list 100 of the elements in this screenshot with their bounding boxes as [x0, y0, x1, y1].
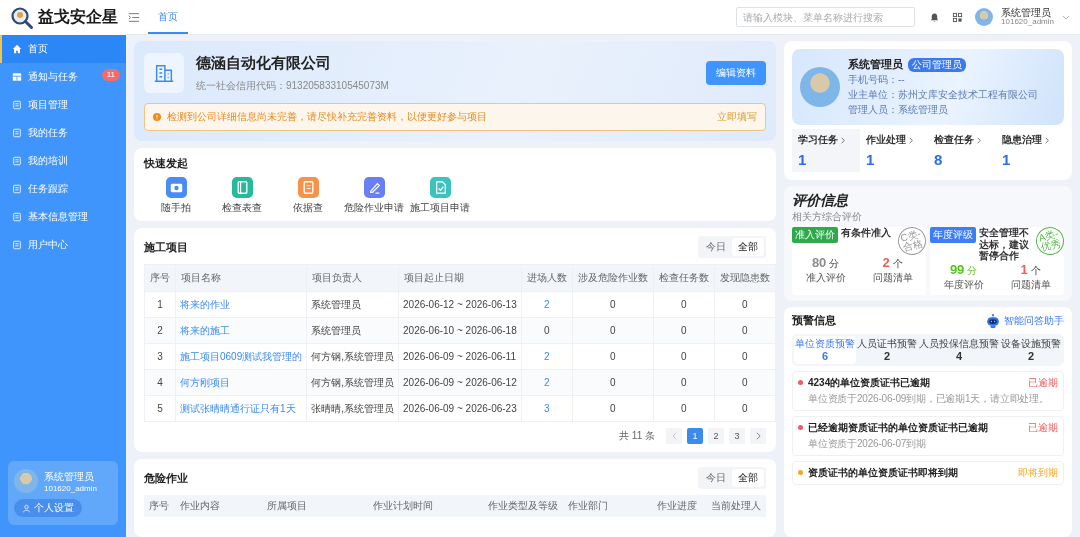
stat-label: 检查任务	[934, 133, 974, 147]
column-header: 进场人数	[521, 264, 573, 292]
next-page-button[interactable]	[750, 428, 766, 444]
page-button[interactable]: 3	[729, 428, 745, 444]
alert-message: 检测到公司详细信息尚未完善，请尽快补充完善资料，以便更好参与项目	[167, 110, 487, 124]
rating-note: 安全管理不达标，建议暂停合作	[979, 227, 1030, 262]
people-count-link[interactable]: 3	[521, 395, 573, 422]
stat-tile[interactable]: 作业处理 1	[860, 129, 928, 172]
page-tab[interactable]: 首页	[148, 0, 188, 34]
chevron-left-icon	[671, 432, 677, 440]
table-cell: 3	[144, 343, 176, 370]
project-link[interactable]: 施工项目0609测试我管理的	[175, 343, 307, 370]
table-cell: 0	[714, 343, 776, 370]
section-title: 评价信息	[792, 192, 849, 210]
sidebar-item[interactable]: 用户中心	[0, 231, 126, 259]
table-cell: 0	[653, 395, 715, 422]
section-title: 快速发起	[144, 156, 189, 171]
filter-tab[interactable]: 全部	[732, 469, 764, 487]
chevron-right-icon	[1045, 136, 1049, 144]
table-cell: 0	[653, 291, 715, 318]
grid-icon	[12, 72, 22, 82]
sidebar-item[interactable]: 首页	[0, 35, 126, 63]
avatar	[800, 67, 840, 107]
table-cell: 0	[572, 291, 654, 318]
stat-value: 1	[1002, 151, 1012, 168]
warning-item[interactable]: 资质证书的单位资质证书即将到期 即将到期	[792, 460, 1064, 485]
sidebar-item[interactable]: 通知与任务 11	[0, 63, 126, 91]
status-label: 即将到期	[1018, 465, 1058, 480]
edit-profile-button[interactable]: 编辑资料	[706, 61, 766, 85]
status-label: 已逾期	[1028, 375, 1058, 390]
fill-in-now-link[interactable]: 立即填写	[717, 110, 757, 124]
project-link[interactable]: 将来的作业	[175, 291, 307, 318]
chevron-right-icon	[841, 136, 845, 144]
filter-tab[interactable]: 今日	[700, 238, 732, 256]
table-cell: 系统管理员	[306, 317, 399, 344]
table-cell: 何方钢,系统管理员	[306, 369, 399, 396]
table-cell: 0	[714, 291, 776, 318]
stat-value: 1	[866, 151, 876, 168]
stat-tile[interactable]: 学习任务 1	[792, 129, 860, 172]
table-cell: 2026-06-09 ~ 2026-06-12	[398, 369, 522, 396]
column-header: 当前处理人	[710, 499, 762, 513]
personal-settings-button[interactable]: 个人设置	[14, 499, 82, 517]
menu-icon[interactable]	[128, 11, 140, 23]
project-link[interactable]: 测试张晴晴通行证只有1天	[175, 395, 307, 422]
table-cell: 0	[572, 317, 654, 344]
column-header: 涉及危险作业数	[572, 264, 654, 292]
warning-tab[interactable]: 单位资质预警 6	[794, 335, 856, 364]
filter-tab[interactable]: 全部	[732, 238, 764, 256]
column-header: 项目名称	[175, 264, 307, 292]
table-cell: 张晴晴,系统管理员	[306, 395, 399, 422]
people-count-link[interactable]: 2	[521, 343, 573, 370]
user-account: 101620_admin	[1001, 18, 1054, 27]
quick-action[interactable]: 随手拍	[148, 177, 204, 215]
quick-action[interactable]: 危险作业申请	[346, 177, 402, 215]
user-name: 系统管理员	[848, 57, 903, 72]
sidebar-item[interactable]: 我的任务	[0, 119, 126, 147]
qr-code-icon[interactable]	[952, 11, 964, 23]
sidebar-item[interactable]: 我的培训	[0, 147, 126, 175]
column-header: 作业计划时间	[372, 499, 435, 513]
manager-info: 管理人员：系统管理员	[848, 103, 949, 117]
page-button[interactable]: 1	[687, 428, 703, 444]
assistant-label[interactable]: 智能问答助手	[1004, 313, 1064, 328]
project-link[interactable]: 将来的施工	[175, 317, 307, 344]
table-cell: 2026-06-10 ~ 2026-06-18	[398, 317, 522, 344]
warning-item[interactable]: 4234的单位资质证书已逾期 已逾期 单位资质于2026-06-09到期，已逾期1天，请立即处理。	[792, 370, 1064, 411]
sidebar-item[interactable]: 基本信息管理	[0, 203, 126, 231]
people-count-link[interactable]: 2	[521, 291, 573, 318]
stat-tile[interactable]: 隐患治理 1	[996, 129, 1064, 172]
avatar[interactable]	[975, 8, 994, 26]
filter-tab[interactable]: 今日	[700, 469, 732, 487]
table-cell: 0	[653, 343, 715, 370]
robot-icon[interactable]	[985, 312, 1001, 329]
table-cell: 1	[144, 291, 176, 318]
credit-code: 统一社会信用代码：91320583310545073M	[196, 78, 389, 93]
warning-tab[interactable]: 人员证书预警 2	[856, 335, 918, 364]
stat-label: 作业处理	[866, 133, 906, 147]
score-label: 年度评价	[943, 277, 984, 292]
warning-title: 已经逾期资质证书的单位资质证书已逾期	[808, 420, 989, 435]
rating-tag: 准入评价	[792, 227, 838, 243]
quick-action[interactable]: 依据查	[280, 177, 336, 215]
warning-tab[interactable]: 设备设施预警 2	[1000, 335, 1062, 364]
stat-tile[interactable]: 检查任务 8	[928, 129, 996, 172]
sidebar-item[interactable]: 项目管理	[0, 91, 126, 119]
warning-icon	[153, 113, 161, 121]
quick-action[interactable]: 检查表查	[214, 177, 270, 215]
table-cell: 系统管理员	[306, 291, 399, 318]
sidebar-item[interactable]: 任务跟踪	[0, 175, 126, 203]
stat-value: 8	[934, 151, 944, 168]
rating-tag: 年度评级	[930, 227, 976, 243]
column-header: 序号	[148, 499, 170, 513]
project-link[interactable]: 何方刚项目	[175, 369, 307, 396]
table-cell: 2026-06-09 ~ 2026-06-11	[398, 343, 522, 370]
column-header: 作业部门	[567, 499, 610, 513]
warning-item[interactable]: 已经逾期资质证书的单位资质证书已逾期 已逾期 单位资质于2026-06-07到期	[792, 415, 1064, 456]
search-field[interactable]: 请输入模块、菜单名称进行搜索	[736, 7, 916, 27]
page-button[interactable]: 2	[708, 428, 724, 444]
column-header: 项目负责人	[306, 264, 399, 292]
quick-action[interactable]: 施工项目申请	[412, 177, 468, 215]
count-badge: 11	[101, 69, 120, 81]
warning-tab[interactable]: 人员投保信息预警 4	[918, 335, 1000, 364]
